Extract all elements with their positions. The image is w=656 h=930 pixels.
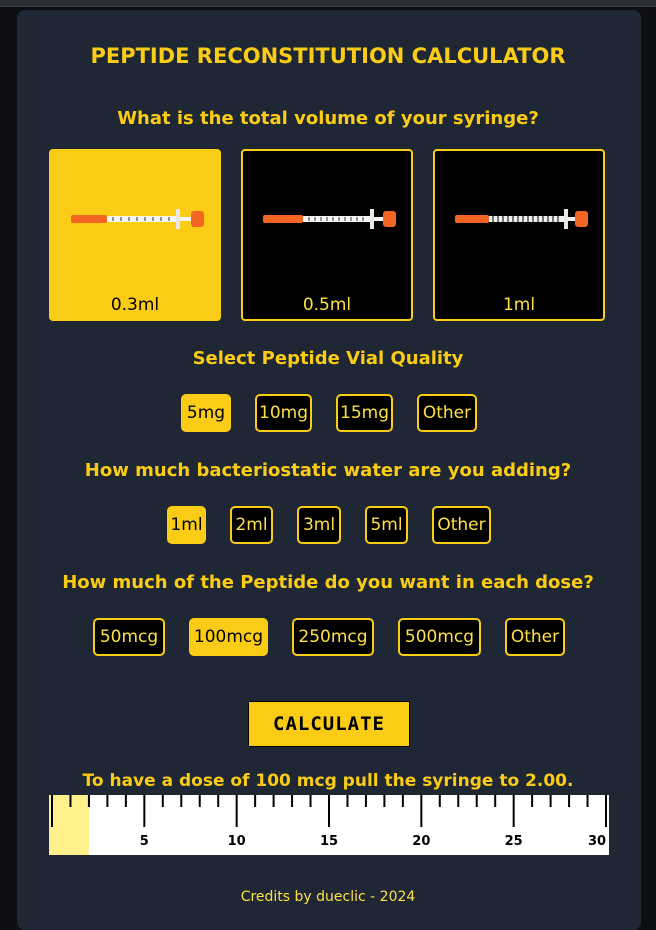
result-text: To have a dose of 100 mcg pull the syrin… [82, 771, 574, 791]
ruler-label: 10 [228, 834, 246, 849]
water-option-2ml[interactable]: 2ml [230, 506, 273, 544]
syringe-label: 0.3ml [110, 295, 160, 315]
water-option-1ml[interactable]: 1ml [167, 506, 206, 544]
water-option-3ml[interactable]: 3ml [297, 506, 341, 544]
vial-option-10mg[interactable]: 10mg [255, 394, 312, 432]
vial-option-15mg[interactable]: 15mg [336, 394, 393, 432]
credits-text: Credits by dueclic - 2024 [240, 889, 416, 905]
syringe-label: 1ml [502, 295, 536, 315]
syringe-question: What is the total volume of your syringe… [117, 108, 539, 129]
syringe-label: 0.5ml [302, 295, 352, 315]
dose-question: How much of the Peptide do you want in e… [62, 572, 594, 593]
ruler-label: 25 [505, 834, 523, 849]
dose-option-50mcg[interactable]: 50mcg [93, 618, 165, 656]
water-option-5ml[interactable]: 5ml [365, 506, 408, 544]
page-title: PEPTIDE RECONSTITUTION CALCULATOR [90, 44, 566, 68]
ruler-label: 15 [320, 834, 338, 849]
dose-option-100mcg[interactable]: 100mcg [189, 618, 268, 656]
dose-option-other[interactable]: Other [505, 618, 565, 656]
syringe-option-0-3ml[interactable]: 0.3ml [49, 149, 221, 321]
dose-option-250mcg[interactable]: 250mcg [292, 618, 374, 656]
vial-question: Select Peptide Vial Quality [192, 348, 464, 369]
ruler-label: 30 [588, 834, 606, 849]
syringe-option-0-5ml[interactable]: 0.5ml [241, 149, 413, 321]
calculate-button[interactable]: CALCULATE [248, 701, 410, 747]
browser-top-bar [0, 0, 656, 7]
ruler-label: 5 [140, 834, 149, 849]
dose-option-500mcg[interactable]: 500mcg [398, 618, 481, 656]
ruler-fill-level [49, 795, 89, 855]
vial-option-5mg[interactable]: 5mg [181, 394, 231, 432]
syringe-0-3ml-icon [71, 209, 204, 229]
water-question: How much bacteriostatic water are you ad… [84, 460, 572, 481]
water-option-other[interactable]: Other [432, 506, 491, 544]
vial-option-other[interactable]: Other [417, 394, 477, 432]
syringe-option-1ml[interactable]: 1ml [433, 149, 605, 321]
syringe-ruler: 5 10 15 20 25 30 [49, 795, 609, 855]
ruler-label: 20 [412, 834, 430, 849]
syringe-0-5ml-icon [263, 209, 396, 229]
syringe-1ml-icon [455, 209, 588, 229]
